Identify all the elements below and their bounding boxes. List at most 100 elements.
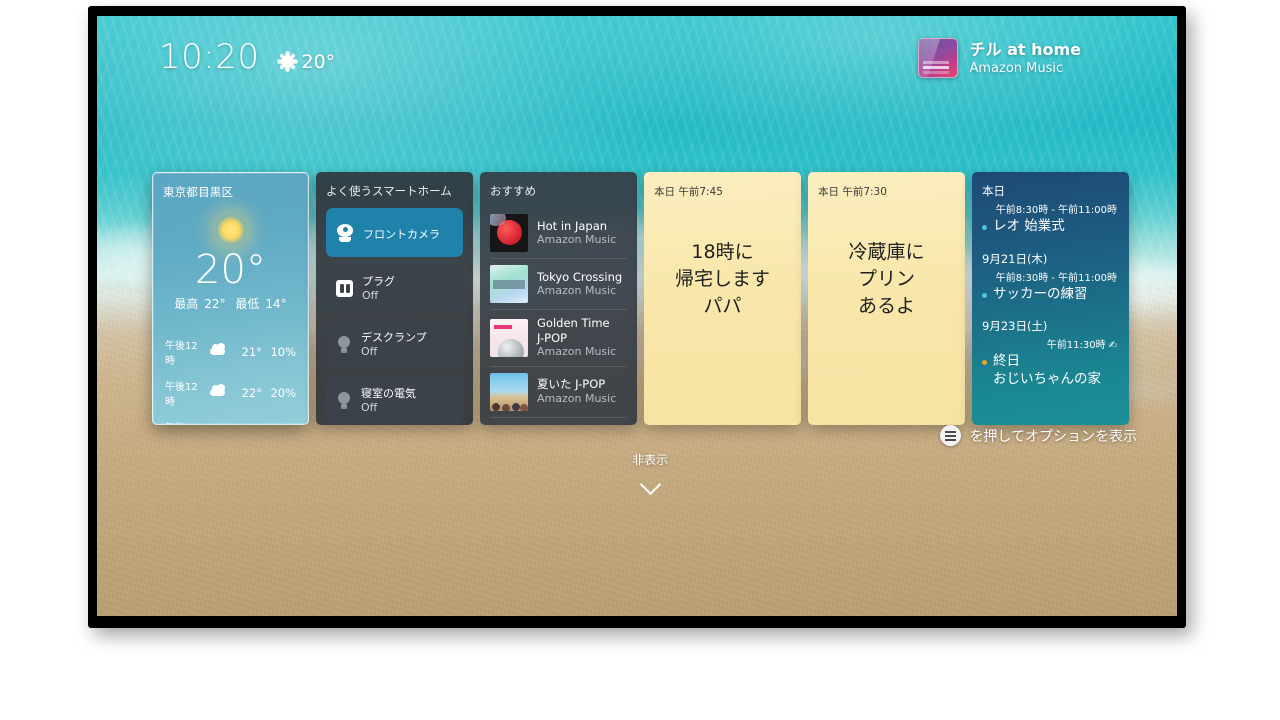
now-playing-text: チル at home Amazon Music (970, 40, 1082, 76)
recommendation-name: Tokyo Crossing (537, 270, 622, 285)
calendar-day-label: 本日 (982, 183, 1120, 199)
forecast-row: 午後12時 21° 10% (165, 331, 296, 372)
recommendation-name: Golden Time J-POP (537, 316, 616, 345)
echo-show-device-frame: 10:20 20° チル at home Amazon Music (88, 6, 1186, 628)
chevron-down-icon[interactable] (639, 474, 660, 495)
calendar-event-time: 午前8:30時 - 午前11:00時 (982, 204, 1120, 217)
smart-home-tile-front-camera[interactable]: フロントカメラ (326, 208, 463, 257)
sticky-note[interactable]: 本日 午前7:30 冷蔵庫に プリン あるよ (808, 172, 965, 425)
calendar-event-time: 午前8:30時 - 午前11:00時 (982, 272, 1120, 285)
album-art-thumbnail (918, 38, 958, 78)
plug-icon (336, 280, 353, 297)
now-playing-card[interactable]: チル at home Amazon Music (918, 38, 1082, 78)
sun-icon (281, 55, 294, 68)
recommendations-widget: おすすめ Hot in Japan Amazon Music Tokyo Cro… (480, 172, 637, 425)
calendar-event: レオ 始業式 (982, 218, 1120, 236)
smart-home-tile-state: Off (362, 289, 395, 303)
smart-home-tile-desk-lamp[interactable]: デスクランプ Off (326, 320, 463, 369)
weather-widget[interactable]: 東京都目黒区 20° 最高 22° 最低 14° 午後12時 21° 10% (152, 172, 309, 425)
smart-home-heading: よく使うスマートホーム (326, 183, 463, 199)
recommendation-source: Amazon Music (537, 392, 616, 406)
now-playing-title: チル at home (970, 40, 1082, 59)
smart-home-tile-state: Off (361, 345, 427, 359)
forecast-temp: 21° (231, 345, 262, 359)
now-playing-source: Amazon Music (970, 61, 1082, 76)
sticky-note[interactable]: 本日 午前7:45 18時に 帰宅します パパ (644, 172, 801, 425)
recommendation-source: Amazon Music (537, 233, 616, 247)
weather-high-label: 最高 (174, 297, 198, 311)
cloud-icon (204, 389, 231, 396)
note-timestamp: 本日 午前7:30 (818, 184, 955, 199)
camera-icon (336, 224, 354, 242)
clock-time: 10:20 (159, 40, 259, 74)
smart-home-tile-label: 寝室の電気 (361, 387, 416, 401)
forecast-temp: 22° (231, 386, 262, 400)
smart-home-tile-label: プラグ (362, 275, 395, 289)
event-dot-icon (982, 293, 987, 298)
status-temperature: 20° (301, 51, 335, 73)
smart-home-tile-plug[interactable]: プラグ Off (326, 264, 463, 313)
recommendation-item[interactable]: 夏いた J-POP Amazon Music (490, 367, 627, 418)
calendar-event-title: サッカーの練習 (993, 286, 1088, 304)
calendar-event: サッカーの練習 (982, 286, 1120, 304)
calendar-event-time: 午前11:30時 (1047, 340, 1106, 351)
weather-city: 東京都目黒区 (163, 184, 298, 200)
forecast-row: 午後12時 19° 10% (165, 413, 296, 425)
weather-high-value: 22° (204, 297, 225, 311)
options-hint[interactable]: を押してオプションを表示 (940, 425, 1137, 446)
smart-home-widget: よく使うスマートホーム フロントカメラ プラグ Off (316, 172, 473, 425)
calendar-block: 本日 午前8:30時 - 午前11:00時 レオ 始業式 (982, 183, 1120, 236)
screenshot-root: 10:20 20° チル at home Amazon Music (0, 0, 1280, 720)
weather-low-label: 最低 (235, 297, 259, 311)
weather-low-value: 14° (265, 297, 286, 311)
event-dot-icon (982, 360, 987, 365)
album-art-natsu-jpop (490, 373, 528, 411)
note-body: 冷蔵庫に プリン あるよ (818, 239, 955, 320)
smart-home-tile-bedroom-light[interactable]: 寝室の電気 Off (326, 376, 463, 425)
hand-write-icon: ✍ (1109, 339, 1117, 352)
options-hint-text: を押してオプションを表示 (969, 426, 1137, 446)
recommendation-item[interactable]: Hot in Japan Amazon Music (490, 208, 627, 259)
weather-high-low: 最高 22° 最低 14° (163, 295, 298, 312)
forecast-time: 午後12時 (165, 378, 204, 408)
smart-home-tile-label: フロントカメラ (363, 228, 440, 241)
note-timestamp: 本日 午前7:45 (654, 184, 791, 199)
calendar-event-title: レオ 始業式 (993, 218, 1065, 236)
status-weather[interactable]: 20° (281, 51, 335, 73)
recommendation-source: Amazon Music (537, 284, 622, 298)
forecast-time: 午後12時 (165, 419, 204, 426)
forecast-time: 午後12時 (165, 337, 204, 367)
status-bar: 10:20 20° チル at home Amazon Music (97, 16, 1177, 90)
device-screen: 10:20 20° チル at home Amazon Music (97, 16, 1177, 616)
hide-widgets-control[interactable]: 非表示 (605, 451, 695, 492)
album-art-hot-in-japan (490, 214, 528, 252)
recommendation-source: Amazon Music (537, 345, 616, 359)
hamburger-menu-icon[interactable] (940, 425, 961, 446)
bulb-icon (336, 392, 352, 409)
recommendation-name: 夏いた J-POP (537, 377, 616, 392)
recommendation-item[interactable]: Tokyo Crossing Amazon Music (490, 259, 627, 310)
widget-rail: 東京都目黒区 20° 最高 22° 最低 14° 午後12時 21° 10% (152, 172, 1129, 425)
calendar-event: 終日 おじいちゃんの家 (982, 353, 1120, 388)
recommendation-item[interactable]: Golden Time J-POP Amazon Music (490, 310, 627, 367)
calendar-widget[interactable]: 本日 午前8:30時 - 午前11:00時 レオ 始業式 9月21日(木) 午前… (972, 172, 1129, 425)
calendar-day-label: 9月21日(木) (982, 251, 1120, 267)
sun-icon (216, 215, 246, 245)
recommendation-name: Hot in Japan (537, 219, 616, 234)
hide-label: 非表示 (605, 451, 695, 468)
event-dot-icon (982, 225, 987, 230)
calendar-block: 9月23日(土) 午前11:30時✍ 終日 おじいちゃんの家 (982, 318, 1120, 388)
forecast-precip: 10% (262, 345, 296, 359)
smart-home-tile-state: Off (361, 401, 416, 415)
calendar-event-time-row: 午前11:30時✍ (982, 339, 1120, 352)
smart-home-tile-label: デスクランプ (361, 331, 427, 345)
note-body: 18時に 帰宅します パパ (654, 239, 791, 320)
calendar-event-title: 終日 おじいちゃんの家 (993, 353, 1101, 388)
forecast-precip: 20% (262, 386, 296, 400)
calendar-day-label: 9月23日(土) (982, 318, 1120, 334)
clock-cluster[interactable]: 10:20 20° (159, 40, 335, 74)
forecast-row: 午後12時 22° 20% (165, 372, 296, 413)
weather-current-temp: 20° (163, 249, 298, 291)
album-art-golden-time (490, 319, 528, 357)
calendar-block: 9月21日(木) 午前8:30時 - 午前11:00時 サッカーの練習 (982, 251, 1120, 304)
